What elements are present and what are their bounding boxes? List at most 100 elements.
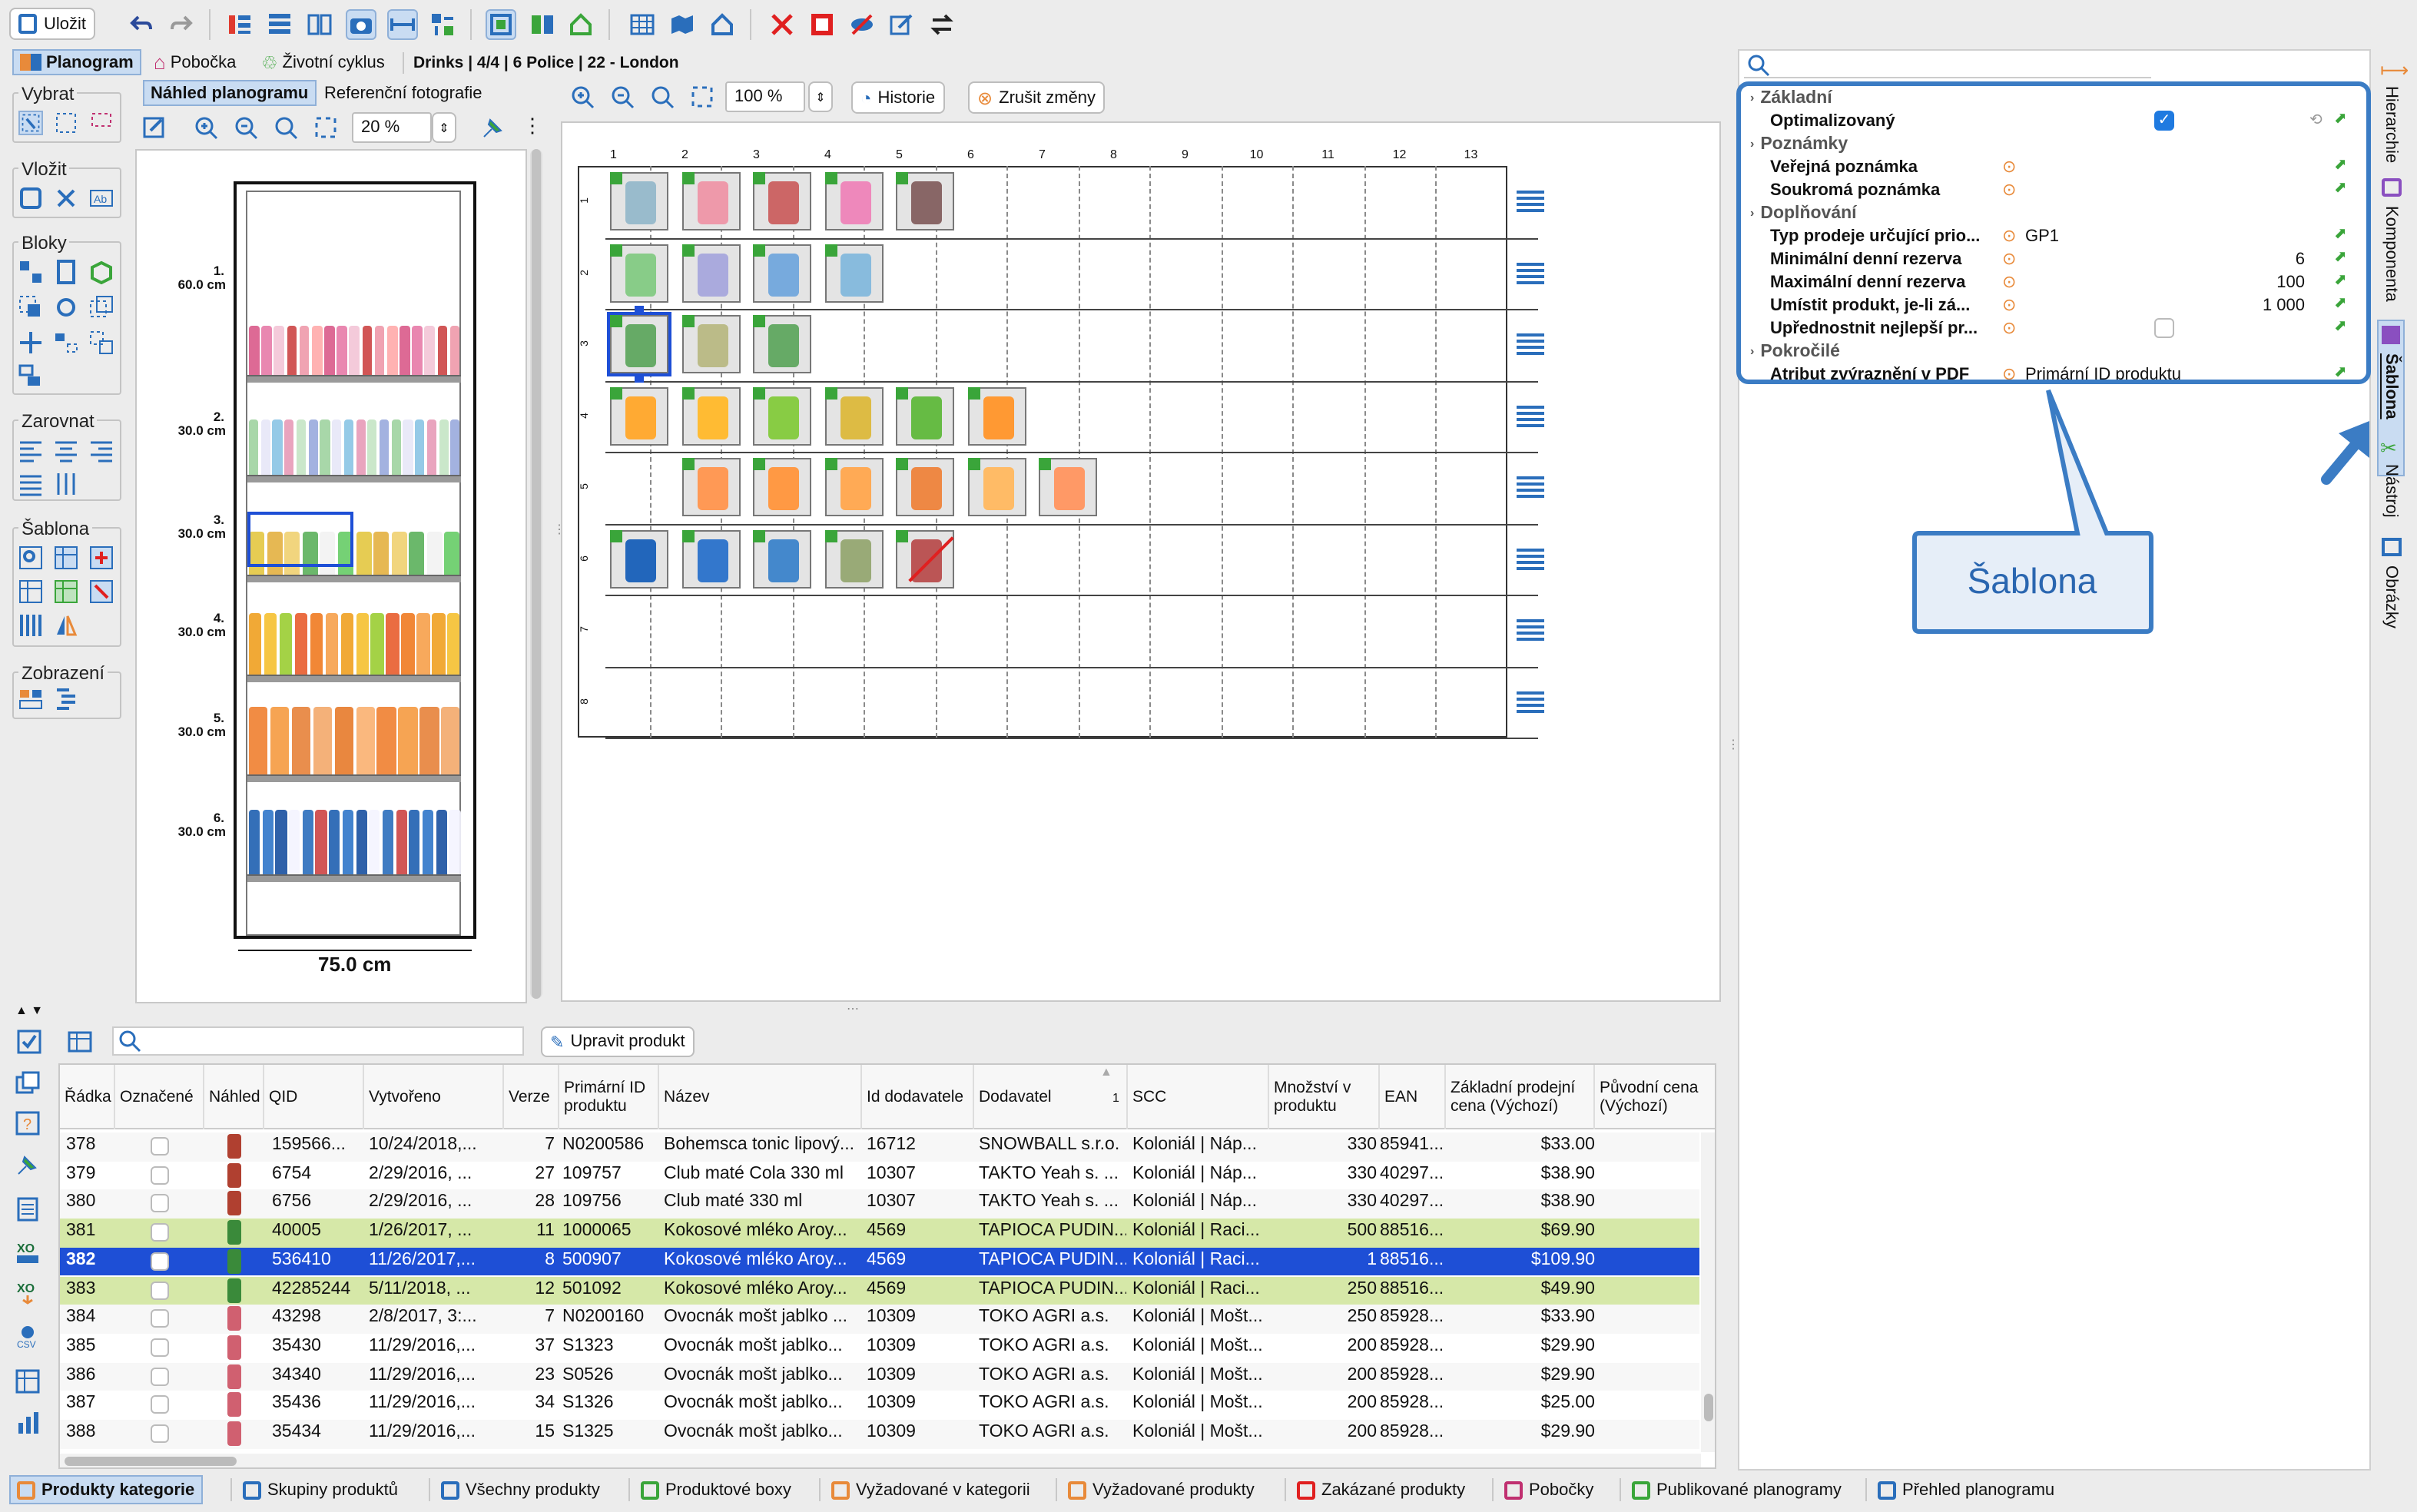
bottom-tab[interactable]: Pobočky [1498, 1475, 1600, 1504]
undo-icon[interactable] [129, 12, 154, 37]
row-checkbox[interactable] [151, 1395, 169, 1414]
check-all-icon[interactable] [17, 1030, 41, 1054]
house-icon[interactable] [710, 12, 734, 37]
insert-product-icon[interactable] [18, 186, 43, 211]
book-icon[interactable] [307, 12, 332, 37]
row-settings-icon[interactable] [1516, 191, 1543, 215]
row-settings-icon[interactable] [1516, 333, 1543, 358]
zoom-out-icon[interactable] [234, 115, 258, 140]
tab-reference-photo[interactable]: Referenční fotografie [318, 80, 488, 106]
row-checkbox[interactable] [151, 1281, 169, 1299]
delete-icon[interactable] [770, 12, 794, 37]
display-tree-icon[interactable] [54, 687, 78, 711]
table-hscroll[interactable] [60, 1454, 1701, 1467]
side-tab-hierarchy[interactable]: Hierarchie [2382, 86, 2400, 163]
block-group-icon[interactable] [18, 364, 43, 389]
zoom-in-icon[interactable] [194, 115, 218, 140]
table-vscroll[interactable] [1701, 1132, 1715, 1452]
bottom-tab[interactable]: Publikované planogramy [1626, 1475, 1848, 1504]
column-header[interactable]: Množství v produktu [1269, 1065, 1380, 1129]
table-row[interactable]: 380 6756 2/29/2016, ... 28 109756 Club maté 3… [60, 1189, 1699, 1219]
grid-zoom-in-icon[interactable] [570, 85, 595, 109]
column-header[interactable]: Vytvořeno [364, 1065, 504, 1129]
tab-preview[interactable]: Náhled planogramu [143, 80, 317, 106]
selection-handle[interactable] [635, 306, 644, 315]
product-cell[interactable] [681, 244, 740, 302]
swap-icon[interactable] [930, 12, 954, 37]
history-button[interactable]: ◔ Historie [851, 81, 945, 114]
product-cell[interactable] [967, 458, 1026, 516]
table-row[interactable]: 385 35430 11/29/2016,... 37 S1323 Ovocnák moš… [60, 1333, 1699, 1362]
bottom-tab[interactable]: Produkty kategorie [9, 1475, 203, 1504]
product-cell[interactable] [753, 386, 811, 445]
block-merge-icon[interactable] [89, 330, 114, 355]
select-icon[interactable] [18, 111, 43, 135]
product-cell[interactable] [824, 458, 883, 516]
product-cell[interactable] [753, 529, 811, 588]
side-tab-images[interactable]: Obrázky [2382, 565, 2400, 628]
help-icon[interactable]: ? [15, 1111, 40, 1136]
row-settings-icon[interactable] [1516, 476, 1543, 501]
product-cell[interactable] [824, 172, 883, 230]
splitter-handle[interactable]: ⋮ [553, 522, 565, 536]
grid-fit-icon[interactable] [690, 85, 714, 109]
bottom-tab[interactable]: Vyžadované v kategorii [825, 1475, 1036, 1504]
insert-empty-icon[interactable] [54, 186, 78, 211]
block-expand-icon[interactable] [54, 330, 78, 355]
block-copy-icon[interactable] [89, 295, 114, 320]
block-rotate-icon[interactable] [54, 295, 78, 320]
table-row[interactable]: 379 6754 2/29/2016, ... 27 109757 Club maté C… [60, 1161, 1699, 1190]
product-cell[interactable] [824, 244, 883, 302]
csv-icon[interactable]: CSV [15, 1325, 40, 1349]
column-header[interactable]: EAN [1380, 1065, 1446, 1129]
store-icon[interactable] [569, 12, 593, 37]
column-header[interactable]: Id dodavatele [862, 1065, 974, 1129]
product-cell[interactable] [681, 458, 740, 516]
product-cell[interactable] [610, 529, 668, 588]
row-checkbox[interactable] [151, 1137, 169, 1156]
stop-icon[interactable] [810, 12, 834, 37]
select-area-icon[interactable] [89, 111, 114, 135]
zoom-stepper[interactable]: ⇕ [432, 112, 456, 143]
column-header[interactable]: Základní prodejní cena (Výchozí) [1446, 1065, 1595, 1129]
template-apply-icon[interactable] [18, 579, 43, 604]
grid-zoom-reset-icon[interactable] [650, 85, 675, 109]
table-row[interactable]: 381 40005 1/26/2017, ... 11 1000065 Kokosové … [60, 1219, 1699, 1248]
product-cell[interactable] [896, 386, 954, 445]
export-icon[interactable] [141, 115, 166, 140]
column-header[interactable]: QID [264, 1065, 364, 1129]
bottom-tab[interactable]: Skupiny produktů [237, 1475, 404, 1504]
product-cell[interactable] [824, 386, 883, 445]
zoom-field[interactable]: 20 % [352, 112, 432, 143]
measure-icon[interactable] [387, 9, 418, 40]
template-mirror-icon[interactable] [54, 613, 78, 638]
product-cell[interactable] [896, 172, 954, 230]
product-cell[interactable] [681, 529, 740, 588]
eye-off-icon[interactable] [850, 12, 874, 37]
table-row[interactable]: 384 43298 2/8/2017, 3:... 7 N0200160 Ovocnák … [60, 1305, 1699, 1334]
product-cell[interactable] [753, 244, 811, 302]
product-cell[interactable] [681, 386, 740, 445]
row-checkbox[interactable] [151, 1309, 169, 1328]
copy-icon[interactable] [15, 1071, 40, 1096]
product-cell[interactable] [753, 458, 811, 516]
template-find-icon[interactable] [18, 545, 43, 570]
grid-zoom-stepper[interactable]: ⇕ [808, 81, 833, 112]
table-row[interactable]: 388 35434 11/29/2016,... 15 S1325 Ovocnák moš… [60, 1420, 1699, 1449]
table-row[interactable]: 383 42285244 5/11/2018, ... 12 501092 Kokosov… [60, 1276, 1699, 1305]
template-table-icon[interactable] [54, 545, 78, 570]
block-move-icon[interactable] [18, 295, 43, 320]
excel-import-icon[interactable]: XO [15, 1280, 40, 1305]
redo-icon[interactable] [169, 12, 194, 37]
product-cell[interactable] [896, 529, 954, 588]
template-columns-icon[interactable] [18, 613, 43, 638]
columns-icon[interactable] [68, 1030, 92, 1054]
product-cell[interactable] [753, 172, 811, 230]
grid-arrange-icon[interactable] [430, 12, 455, 37]
product-cell[interactable] [681, 315, 740, 373]
column-header[interactable]: Náhled [204, 1065, 264, 1129]
grid-zoom-out-icon[interactable] [610, 85, 635, 109]
side-tab-tool[interactable]: Nástroj [2382, 464, 2400, 518]
row-checkbox[interactable] [151, 1424, 169, 1443]
column-header[interactable]: Název [659, 1065, 862, 1129]
